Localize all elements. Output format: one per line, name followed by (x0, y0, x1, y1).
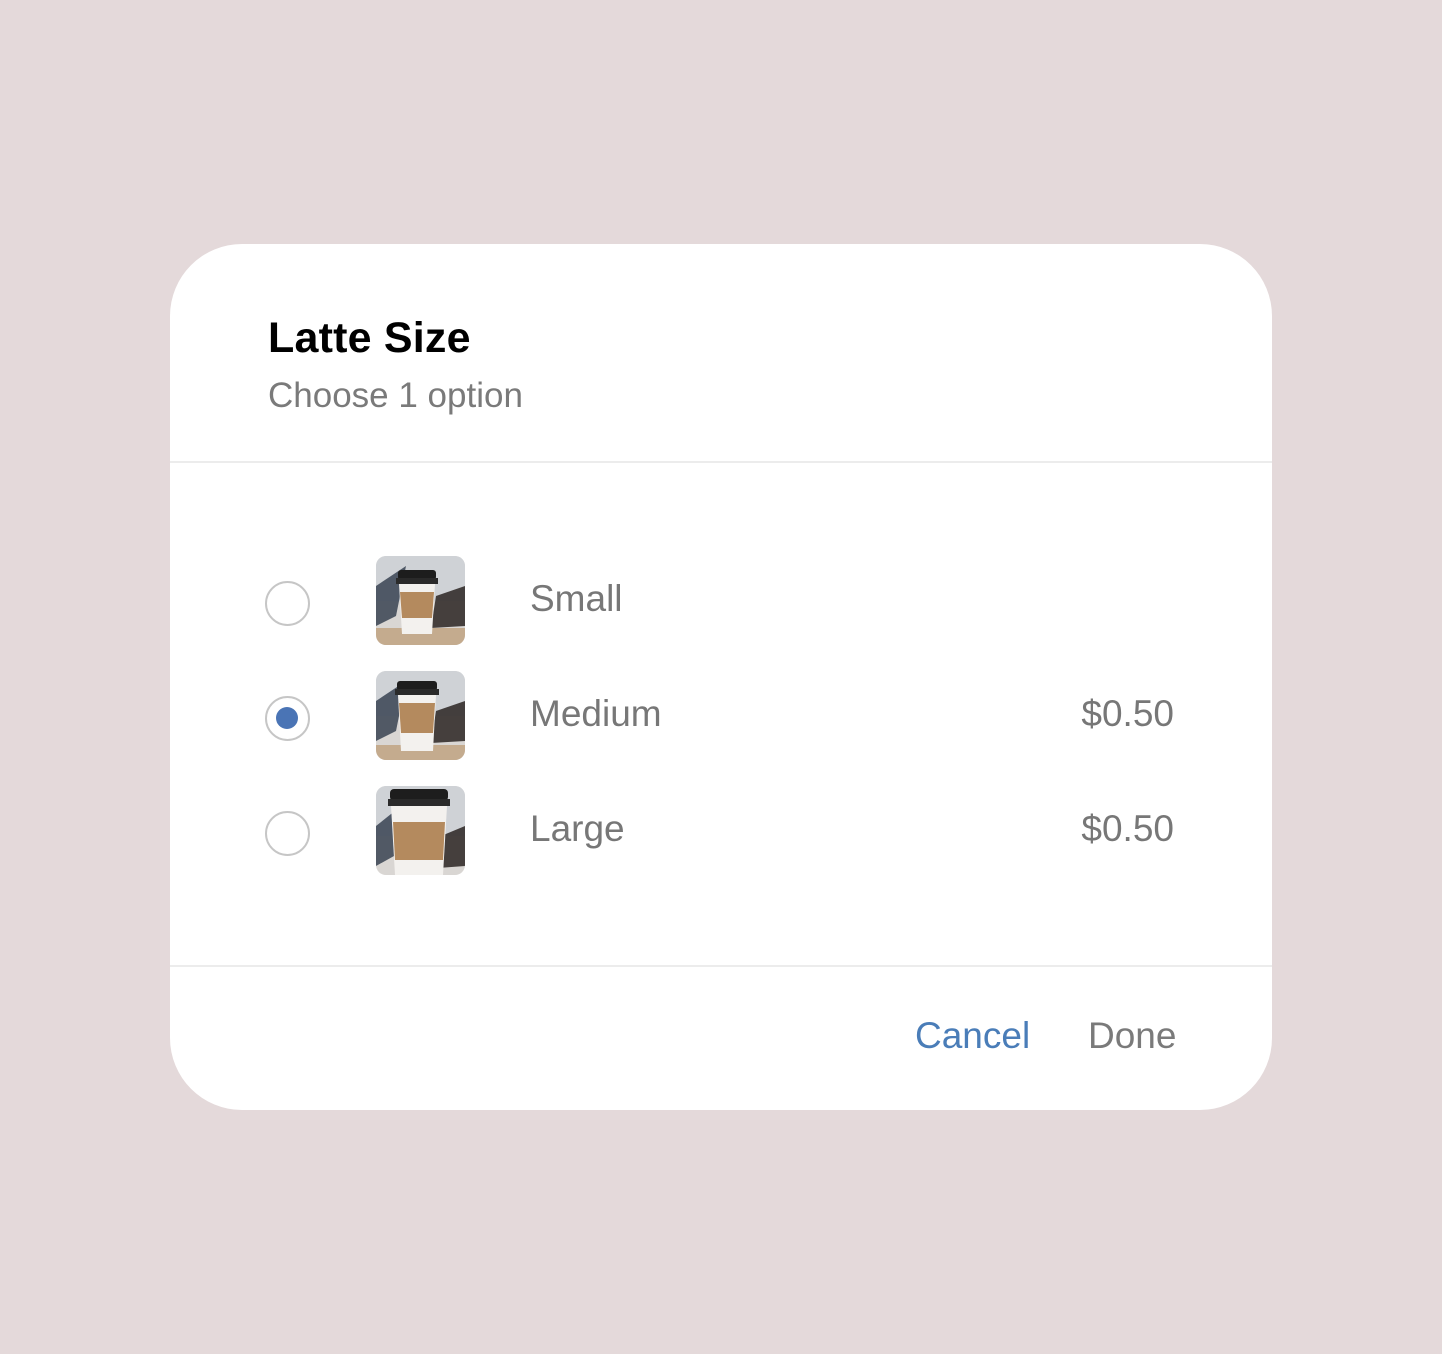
latte-size-dialog: Latte Size Choose 1 option Small Medium … (170, 244, 1272, 1110)
option-large[interactable]: Large $0.50 (170, 786, 1272, 882)
option-medium[interactable]: Medium $0.50 (170, 671, 1272, 767)
radio-button-large[interactable] (265, 811, 310, 856)
radio-button-small[interactable] (265, 581, 310, 626)
dialog-title: Latte Size (268, 314, 471, 362)
option-price: $0.50 (1081, 808, 1174, 849)
dialog-subtitle: Choose 1 option (268, 376, 523, 415)
option-label: Medium (530, 693, 662, 734)
done-button[interactable]: Done (1088, 1015, 1176, 1057)
cancel-button[interactable]: Cancel (915, 1015, 1030, 1057)
option-price: $0.50 (1081, 693, 1174, 734)
dialog-header: Latte Size Choose 1 option (170, 244, 1272, 463)
option-small[interactable]: Small (170, 556, 1272, 652)
size-options-list: Small Medium $0.50 Large $0.50 (170, 465, 1272, 967)
option-label: Large (530, 808, 625, 849)
coffee-cup-image (376, 786, 465, 875)
coffee-cup-image (376, 671, 465, 760)
option-label: Small (530, 578, 623, 619)
radio-button-medium[interactable] (265, 696, 310, 741)
coffee-cup-image (376, 556, 465, 645)
dialog-footer: Cancel Done (170, 967, 1272, 1110)
